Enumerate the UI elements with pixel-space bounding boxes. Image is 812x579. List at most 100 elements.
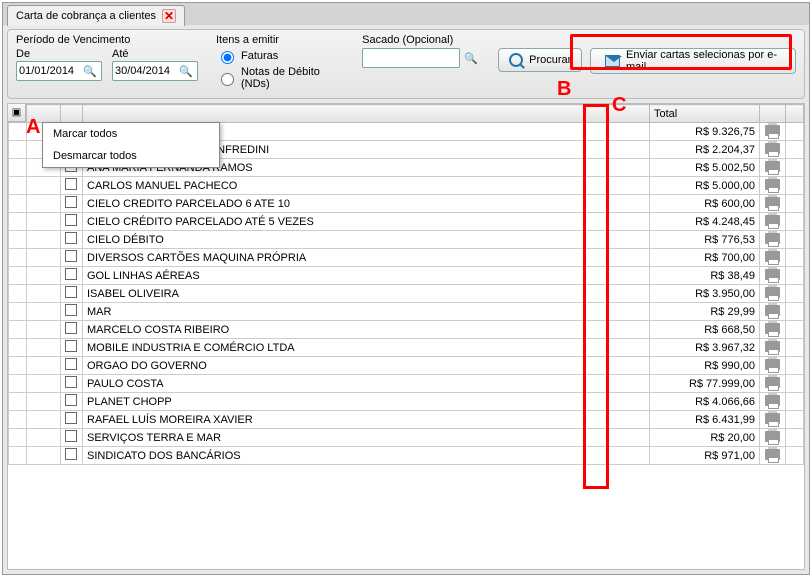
- checkbox[interactable]: [65, 322, 77, 334]
- table-row[interactable]: ORGAO DO GOVERNOR$ 990,00: [9, 357, 804, 375]
- row-print-cell[interactable]: [760, 159, 786, 177]
- row-handle[interactable]: [9, 321, 27, 339]
- row-print-cell[interactable]: [760, 285, 786, 303]
- table-row[interactable]: PLANET CHOPPR$ 4.066,66: [9, 393, 804, 411]
- row-handle[interactable]: [9, 393, 27, 411]
- checkbox[interactable]: [65, 376, 77, 388]
- row-print-cell[interactable]: [760, 411, 786, 429]
- printer-icon[interactable]: [765, 431, 780, 442]
- row-print-cell[interactable]: [760, 249, 786, 267]
- printer-icon[interactable]: [765, 125, 780, 136]
- row-checkbox-cell[interactable]: [61, 447, 83, 465]
- row-indicator[interactable]: [27, 195, 61, 213]
- row-checkbox-cell[interactable]: [61, 195, 83, 213]
- checkbox[interactable]: [65, 394, 77, 406]
- table-row[interactable]: SERVIÇOS TERRA E MARR$ 20,00: [9, 429, 804, 447]
- row-indicator[interactable]: [27, 411, 61, 429]
- checkbox[interactable]: [65, 178, 77, 190]
- row-print-cell[interactable]: [760, 177, 786, 195]
- row-indicator[interactable]: [27, 357, 61, 375]
- row-handle[interactable]: [9, 429, 27, 447]
- row-handle[interactable]: [9, 231, 27, 249]
- checkbox[interactable]: [65, 358, 77, 370]
- row-handle[interactable]: [9, 375, 27, 393]
- row-handle[interactable]: [9, 357, 27, 375]
- row-indicator[interactable]: [27, 177, 61, 195]
- table-row[interactable]: GOL LINHAS AÉREASR$ 38,49: [9, 267, 804, 285]
- checkbox[interactable]: [65, 232, 77, 244]
- row-handle[interactable]: [9, 213, 27, 231]
- row-print-cell[interactable]: [760, 267, 786, 285]
- printer-icon[interactable]: [765, 143, 780, 154]
- row-handle[interactable]: [9, 285, 27, 303]
- row-print-cell[interactable]: [760, 321, 786, 339]
- row-checkbox-cell[interactable]: [61, 375, 83, 393]
- row-print-cell[interactable]: [760, 357, 786, 375]
- row-handle[interactable]: [9, 159, 27, 177]
- row-indicator[interactable]: [27, 249, 61, 267]
- row-checkbox-cell[interactable]: [61, 249, 83, 267]
- table-row[interactable]: PAULO COSTAR$ 77.999,00: [9, 375, 804, 393]
- radio-nds[interactable]: Notas de Débito (NDs): [216, 66, 344, 90]
- printer-icon[interactable]: [765, 251, 780, 262]
- checkbox[interactable]: [65, 214, 77, 226]
- row-print-cell[interactable]: [760, 303, 786, 321]
- sacado-input[interactable]: [362, 48, 460, 68]
- table-row[interactable]: RAFAEL LUÍS MOREIRA XAVIERR$ 6.431,99: [9, 411, 804, 429]
- row-print-cell[interactable]: [760, 447, 786, 465]
- printer-icon[interactable]: [765, 359, 780, 370]
- table-row[interactable]: CARLOS MANUEL PACHECOR$ 5.000,00: [9, 177, 804, 195]
- col-name-header[interactable]: [83, 105, 650, 123]
- close-icon[interactable]: ✕: [162, 9, 176, 23]
- printer-icon[interactable]: [765, 341, 780, 352]
- row-indicator[interactable]: [27, 231, 61, 249]
- checkbox[interactable]: [65, 448, 77, 460]
- printer-icon[interactable]: [765, 233, 780, 244]
- menu-desmarcar-todos[interactable]: Desmarcar todos: [43, 145, 219, 167]
- radio-nds-input[interactable]: [221, 73, 234, 86]
- row-checkbox-cell[interactable]: [61, 285, 83, 303]
- row-checkbox-cell[interactable]: [61, 339, 83, 357]
- row-checkbox-cell[interactable]: [61, 429, 83, 447]
- row-print-cell[interactable]: [760, 231, 786, 249]
- row-print-cell[interactable]: [760, 195, 786, 213]
- row-print-cell[interactable]: [760, 375, 786, 393]
- row-print-cell[interactable]: [760, 393, 786, 411]
- active-tab[interactable]: Carta de cobrança a clientes ✕: [7, 5, 185, 26]
- row-checkbox-cell[interactable]: [61, 267, 83, 285]
- row-checkbox-cell[interactable]: [61, 177, 83, 195]
- printer-icon[interactable]: [765, 323, 780, 334]
- row-checkbox-cell[interactable]: [61, 411, 83, 429]
- row-indicator[interactable]: [27, 213, 61, 231]
- row-indicator[interactable]: [27, 393, 61, 411]
- row-indicator[interactable]: [27, 303, 61, 321]
- date-from[interactable]: 🔍: [16, 61, 102, 81]
- row-print-cell[interactable]: [760, 213, 786, 231]
- row-handle[interactable]: [9, 141, 27, 159]
- row-indicator[interactable]: [27, 447, 61, 465]
- table-row[interactable]: MARR$ 29,99: [9, 303, 804, 321]
- row-handle[interactable]: [9, 303, 27, 321]
- row-print-cell[interactable]: [760, 429, 786, 447]
- table-row[interactable]: MARCELO COSTA RIBEIROR$ 668,50: [9, 321, 804, 339]
- row-checkbox-cell[interactable]: [61, 321, 83, 339]
- row-indicator[interactable]: [27, 321, 61, 339]
- printer-icon[interactable]: [765, 197, 780, 208]
- row-indicator[interactable]: [27, 429, 61, 447]
- checkbox[interactable]: [65, 268, 77, 280]
- table-row[interactable]: CIELO CRÉDITO PARCELADO ATÉ 5 VEZESR$ 4.…: [9, 213, 804, 231]
- date-from-input[interactable]: [17, 65, 81, 77]
- printer-icon[interactable]: [765, 215, 780, 226]
- select-all-toggle[interactable]: ▣: [8, 104, 26, 122]
- row-handle[interactable]: [9, 177, 27, 195]
- row-handle[interactable]: [9, 447, 27, 465]
- calendar-icon[interactable]: 🔍: [177, 62, 195, 80]
- row-print-cell[interactable]: [760, 141, 786, 159]
- calendar-icon[interactable]: 🔍: [81, 62, 99, 80]
- date-to[interactable]: 🔍: [112, 61, 198, 81]
- checkbox[interactable]: [65, 304, 77, 316]
- checkbox[interactable]: [65, 196, 77, 208]
- row-handle[interactable]: [9, 411, 27, 429]
- radio-faturas-input[interactable]: [221, 51, 234, 64]
- row-print-cell[interactable]: [760, 339, 786, 357]
